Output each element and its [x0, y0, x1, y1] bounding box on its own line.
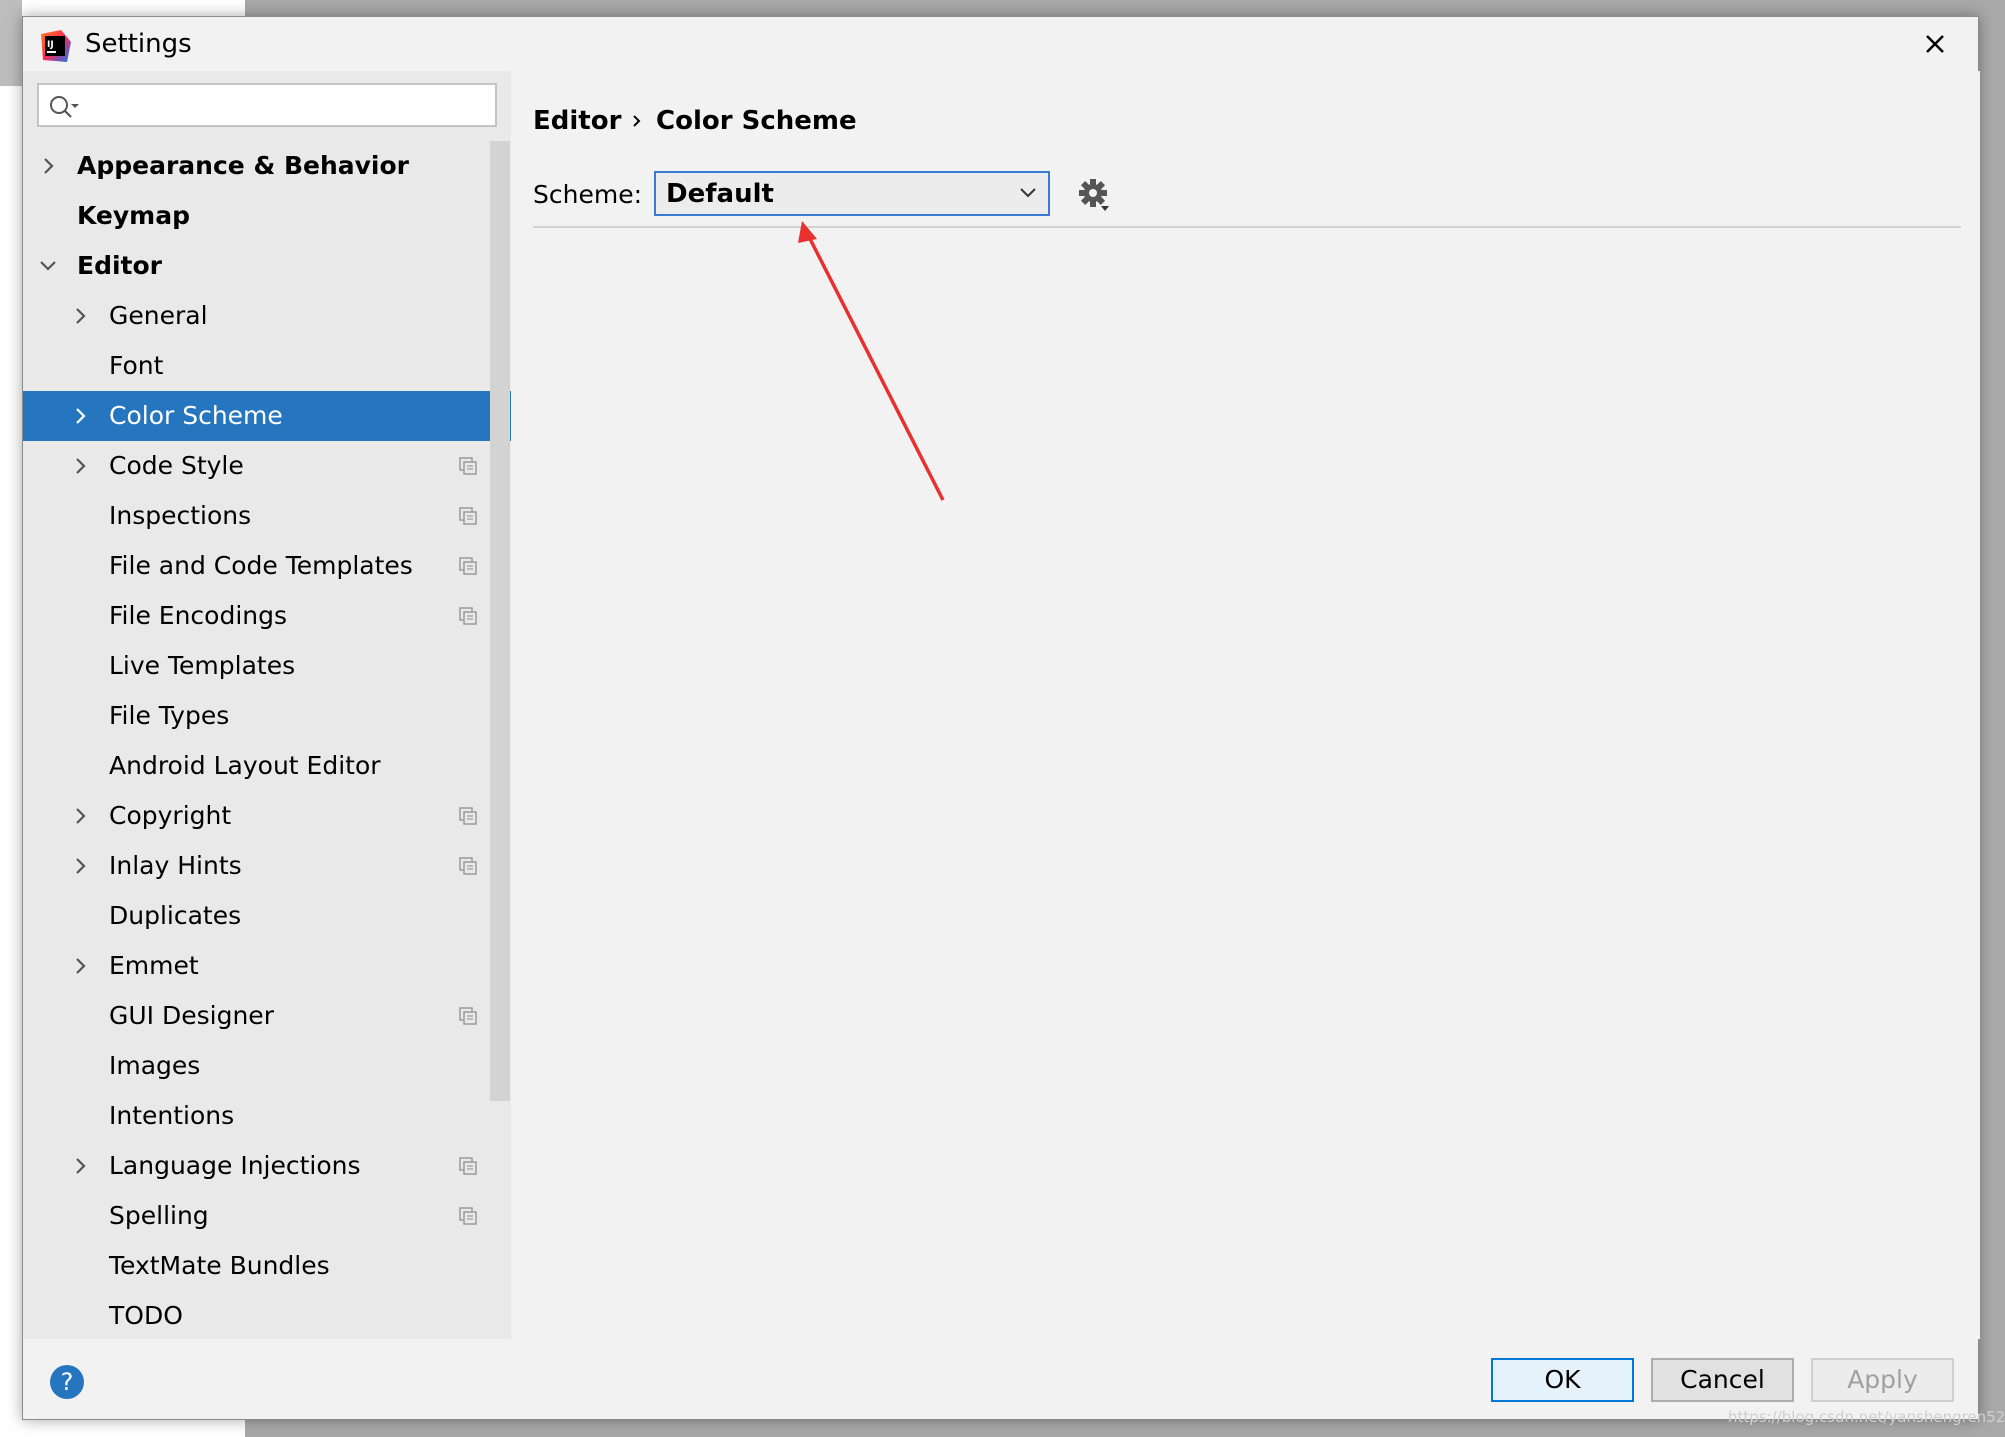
svg-text:IJ: IJ [47, 40, 54, 50]
tree-item-intentions[interactable]: Intentions [23, 1091, 511, 1141]
window-title: Settings [85, 29, 192, 59]
tree-item-label: Font [109, 351, 164, 380]
tree-item-appearance-and-behavior[interactable]: Appearance & Behavior [23, 141, 511, 191]
tree-item-label: Language Injections [109, 1151, 361, 1180]
project-level-icon [459, 607, 477, 625]
tree-item-language-injections[interactable]: Language Injections [23, 1141, 511, 1191]
watermark: https://blog.csdn.net/yanshengren520 [1728, 1408, 2005, 1426]
intellij-idea-icon: IJ [41, 30, 71, 62]
project-level-icon [459, 507, 477, 525]
tree-item-label: Android Layout Editor [109, 751, 381, 780]
tree-item-label: GUI Designer [109, 1001, 274, 1030]
tree-item-emmet[interactable]: Emmet [23, 941, 511, 991]
settings-tree: Appearance & Behavior Keymap Editor General… [23, 141, 511, 1339]
tree-item-file-types[interactable]: File Types [23, 691, 511, 741]
tree-item-editor[interactable]: Editor [23, 241, 511, 291]
tree-item-label: Copyright [109, 801, 232, 830]
tree-item-inspections[interactable]: Inspections [23, 491, 511, 541]
gear-icon[interactable] [1076, 175, 1114, 215]
tree-item-label: Keymap [77, 201, 191, 230]
tree-item-label: Editor [77, 251, 162, 280]
cancel-button[interactable]: Cancel [1651, 1358, 1794, 1402]
chevron-right-icon[interactable] [69, 305, 91, 327]
tree-item-code-style[interactable]: Code Style [23, 441, 511, 491]
settings-content-panel: Editor Color Scheme Scheme: Default [511, 71, 1980, 1339]
tree-item-label: Code Style [109, 451, 244, 480]
tree-item-label: Emmet [109, 951, 199, 980]
chevron-right-icon [633, 115, 641, 127]
settings-navigation-panel: Appearance & Behavior Keymap Editor General… [23, 71, 511, 1339]
search-field[interactable] [37, 83, 497, 127]
scheme-selected-value: Default [666, 179, 774, 209]
project-level-icon [459, 1207, 477, 1225]
tree-item-font[interactable]: Font [23, 341, 511, 391]
tree-item-label: Color Scheme [109, 401, 283, 430]
tree-item-label: Appearance & Behavior [77, 151, 409, 180]
chevron-right-icon[interactable] [69, 455, 91, 477]
tree-item-file-encodings[interactable]: File Encodings [23, 591, 511, 641]
chevron-right-icon[interactable] [69, 1155, 91, 1177]
chevron-right-icon[interactable] [69, 805, 91, 827]
breadcrumb-color-scheme: Color Scheme [656, 106, 857, 136]
search-input[interactable] [85, 89, 485, 121]
project-level-icon [459, 857, 477, 875]
tree-item-label: TextMate Bundles [109, 1251, 330, 1280]
ok-button[interactable]: OK [1491, 1358, 1634, 1402]
tree-item-spelling[interactable]: Spelling [23, 1191, 511, 1241]
tree-item-label: Images [109, 1051, 201, 1080]
tree-item-gui-designer[interactable]: GUI Designer [23, 991, 511, 1041]
tree-item-copyright[interactable]: Copyright [23, 791, 511, 841]
tree-item-label: File Encodings [109, 601, 288, 630]
chevron-right-icon[interactable] [37, 155, 59, 177]
project-level-icon [459, 557, 477, 575]
tree-item-label: File and Code Templates [109, 551, 413, 580]
tree-scrollbar[interactable] [490, 141, 510, 1101]
help-button[interactable]: ? [50, 1365, 84, 1399]
tree-item-file-and-code-templates[interactable]: File and Code Templates [23, 541, 511, 591]
chevron-right-icon[interactable] [69, 405, 91, 427]
tree-item-todo[interactable]: TODO [23, 1291, 511, 1339]
tree-item-duplicates[interactable]: Duplicates [23, 891, 511, 941]
project-level-icon [459, 807, 477, 825]
tree-item-label: Duplicates [109, 901, 242, 930]
background-window-left [0, 0, 22, 86]
apply-button[interactable]: Apply [1811, 1358, 1954, 1402]
settings-dialog: IJ Settings Appearance & Behavior Keymap E… [22, 16, 1980, 1420]
breadcrumb-editor[interactable]: Editor [533, 101, 621, 141]
tree-item-images[interactable]: Images [23, 1041, 511, 1091]
tree-item-textmate-bundles[interactable]: TextMate Bundles [23, 1241, 511, 1291]
project-level-icon [459, 457, 477, 475]
tree-item-label: General [109, 301, 208, 330]
title-bar: IJ Settings [23, 17, 1978, 71]
chevron-down-icon[interactable] [37, 255, 59, 277]
tree-item-label: File Types [109, 701, 230, 730]
scheme-label: Scheme: [533, 180, 642, 209]
tree-item-label: Spelling [109, 1201, 209, 1230]
tree-item-label: Intentions [109, 1101, 235, 1130]
chevron-right-icon[interactable] [69, 955, 91, 977]
background-window-right [1979, 0, 2005, 1437]
tree-item-label: TODO [109, 1301, 183, 1330]
close-icon[interactable] [1918, 27, 1952, 61]
project-level-icon [459, 1157, 477, 1175]
tree-item-android-layout-editor[interactable]: Android Layout Editor [23, 741, 511, 791]
chevron-down-icon [1020, 188, 1036, 198]
separator [533, 226, 1961, 228]
tree-item-color-scheme[interactable]: Color Scheme [23, 391, 511, 441]
tree-item-live-templates[interactable]: Live Templates [23, 641, 511, 691]
tree-item-inlay-hints[interactable]: Inlay Hints [23, 841, 511, 891]
tree-item-label: Live Templates [109, 651, 296, 680]
project-level-icon [459, 1007, 477, 1025]
tree-item-label: Inspections [109, 501, 252, 530]
chevron-right-icon[interactable] [69, 855, 91, 877]
search-icon [50, 96, 79, 118]
tree-item-general[interactable]: General [23, 291, 511, 341]
tree-item-keymap[interactable]: Keymap [23, 191, 511, 241]
scheme-dropdown[interactable]: Default [654, 171, 1050, 216]
tree-item-label: Inlay Hints [109, 851, 242, 880]
